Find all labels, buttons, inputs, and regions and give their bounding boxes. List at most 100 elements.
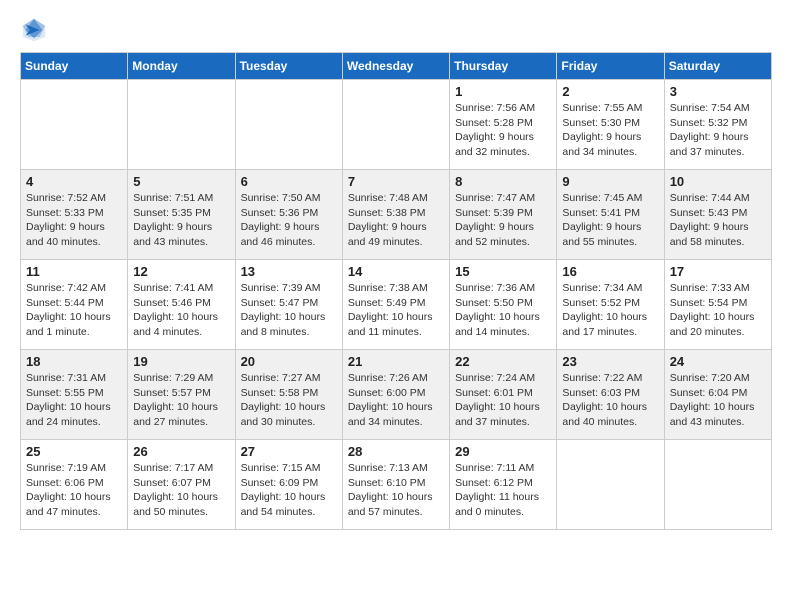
day-number: 12 [133,264,229,279]
calendar-day-cell: 11 Sunrise: 7:42 AMSunset: 5:44 PMDayligh… [21,260,128,350]
calendar-day-cell: 28Sunrise: 7:13 AMSunset: 6:10 PMDayligh… [342,440,449,530]
calendar-week-row: 1 Sunrise: 7:56 AMSunset: 5:28 PMDaylight… [21,80,772,170]
day-number: 19 [133,354,229,369]
logo-icon [20,16,48,44]
calendar-day-cell: 9 Sunrise: 7:45 AMSunset: 5:41 PMDaylight… [557,170,664,260]
day-info: Sunrise: 7:17 AMSunset: 6:07 PMDaylight:… [133,461,229,520]
empty-cell [664,440,771,530]
day-info: Sunrise: 7:26 AMSunset: 6:00 PMDaylight:… [348,371,444,430]
day-info: Sunrise: 7:41 AMSunset: 5:46 PMDaylight:… [133,281,229,340]
day-number: 26 [133,444,229,459]
day-number: 14 [348,264,444,279]
day-header-sunday: Sunday [21,53,128,80]
day-info: Sunrise: 7:20 AMSunset: 6:04 PMDaylight:… [670,371,766,430]
day-number: 2 [562,84,658,99]
calendar-week-row: 25Sunrise: 7:19 AMSunset: 6:06 PMDayligh… [21,440,772,530]
day-header-wednesday: Wednesday [342,53,449,80]
day-number: 3 [670,84,766,99]
calendar-day-cell: 2 Sunrise: 7:55 AMSunset: 5:30 PMDaylight… [557,80,664,170]
calendar-header: SundayMondayTuesdayWednesdayThursdayFrid… [21,53,772,80]
calendar-day-cell: 29 Sunrise: 7:11 AMSunset: 6:12 PMDayligh… [450,440,557,530]
day-info: Sunrise: 7:47 AMSunset: 5:39 PMDaylight:… [455,191,551,250]
day-info: Sunrise: 7:56 AMSunset: 5:28 PMDaylight:… [455,101,551,160]
calendar-day-cell: 14 Sunrise: 7:38 AMSunset: 5:49 PMDayligh… [342,260,449,350]
day-info: Sunrise: 7:51 AMSunset: 5:35 PMDaylight:… [133,191,229,250]
calendar-day-cell: 1 Sunrise: 7:56 AMSunset: 5:28 PMDaylight… [450,80,557,170]
day-info: Sunrise: 7:44 AMSunset: 5:43 PMDaylight:… [670,191,766,250]
empty-cell [21,80,128,170]
calendar-day-cell: 7 Sunrise: 7:48 AMSunset: 5:38 PMDaylight… [342,170,449,260]
calendar-day-cell: 4 Sunrise: 7:52 AMSunset: 5:33 PMDaylight… [21,170,128,260]
day-info: Sunrise: 7:22 AMSunset: 6:03 PMDaylight:… [562,371,658,430]
day-info: Sunrise: 7:45 AMSunset: 5:41 PMDaylight:… [562,191,658,250]
calendar-week-row: 18 Sunrise: 7:31 AMSunset: 5:55 PMDayligh… [21,350,772,440]
day-number: 21 [348,354,444,369]
calendar-day-cell: 8 Sunrise: 7:47 AMSunset: 5:39 PMDaylight… [450,170,557,260]
day-header-tuesday: Tuesday [235,53,342,80]
day-info: Sunrise: 7:36 AMSunset: 5:50 PMDaylight:… [455,281,551,340]
day-number: 17 [670,264,766,279]
calendar-day-cell: 22 Sunrise: 7:24 AMSunset: 6:01 PMDayligh… [450,350,557,440]
day-number: 27 [241,444,337,459]
calendar-day-cell: 27 Sunrise: 7:15 AMSunset: 6:09 PMDayligh… [235,440,342,530]
day-number: 11 [26,264,122,279]
empty-cell [557,440,664,530]
days-of-week-row: SundayMondayTuesdayWednesdayThursdayFrid… [21,53,772,80]
day-number: 7 [348,174,444,189]
calendar-day-cell: 23Sunrise: 7:22 AMSunset: 6:03 PMDayligh… [557,350,664,440]
day-info: Sunrise: 7:38 AMSunset: 5:49 PMDaylight:… [348,281,444,340]
calendar-day-cell: 10Sunrise: 7:44 AMSunset: 5:43 PMDayligh… [664,170,771,260]
logo [20,16,52,44]
day-number: 22 [455,354,551,369]
calendar-body: 1 Sunrise: 7:56 AMSunset: 5:28 PMDaylight… [21,80,772,530]
day-header-thursday: Thursday [450,53,557,80]
day-number: 4 [26,174,122,189]
calendar-day-cell: 19 Sunrise: 7:29 AMSunset: 5:57 PMDayligh… [128,350,235,440]
calendar-week-row: 11 Sunrise: 7:42 AMSunset: 5:44 PMDayligh… [21,260,772,350]
calendar-day-cell: 24 Sunrise: 7:20 AMSunset: 6:04 PMDayligh… [664,350,771,440]
day-number: 9 [562,174,658,189]
day-info: Sunrise: 7:19 AMSunset: 6:06 PMDaylight:… [26,461,122,520]
day-info: Sunrise: 7:55 AMSunset: 5:30 PMDaylight:… [562,101,658,160]
day-info: Sunrise: 7:27 AMSunset: 5:58 PMDaylight:… [241,371,337,430]
calendar-day-cell: 25Sunrise: 7:19 AMSunset: 6:06 PMDayligh… [21,440,128,530]
day-info: Sunrise: 7:15 AMSunset: 6:09 PMDaylight:… [241,461,337,520]
day-header-saturday: Saturday [664,53,771,80]
day-info: Sunrise: 7:50 AMSunset: 5:36 PMDaylight:… [241,191,337,250]
day-number: 20 [241,354,337,369]
day-info: Sunrise: 7:39 AMSunset: 5:47 PMDaylight:… [241,281,337,340]
day-info: Sunrise: 7:42 AMSunset: 5:44 PMDaylight:… [26,281,122,340]
day-number: 29 [455,444,551,459]
day-info: Sunrise: 7:52 AMSunset: 5:33 PMDaylight:… [26,191,122,250]
calendar-table: SundayMondayTuesdayWednesdayThursdayFrid… [20,52,772,530]
calendar-week-row: 4 Sunrise: 7:52 AMSunset: 5:33 PMDaylight… [21,170,772,260]
empty-cell [235,80,342,170]
day-number: 1 [455,84,551,99]
day-number: 13 [241,264,337,279]
day-number: 15 [455,264,551,279]
calendar-day-cell: 17 Sunrise: 7:33 AMSunset: 5:54 PMDayligh… [664,260,771,350]
calendar-day-cell: 13 Sunrise: 7:39 AMSunset: 5:47 PMDayligh… [235,260,342,350]
calendar-day-cell: 5 Sunrise: 7:51 AMSunset: 5:35 PMDaylight… [128,170,235,260]
day-info: Sunrise: 7:24 AMSunset: 6:01 PMDaylight:… [455,371,551,430]
day-info: Sunrise: 7:11 AMSunset: 6:12 PMDaylight:… [455,461,551,520]
day-number: 24 [670,354,766,369]
day-info: Sunrise: 7:31 AMSunset: 5:55 PMDaylight:… [26,371,122,430]
calendar-day-cell: 26 Sunrise: 7:17 AMSunset: 6:07 PMDayligh… [128,440,235,530]
day-info: Sunrise: 7:29 AMSunset: 5:57 PMDaylight:… [133,371,229,430]
day-info: Sunrise: 7:34 AMSunset: 5:52 PMDaylight:… [562,281,658,340]
calendar-day-cell: 20 Sunrise: 7:27 AMSunset: 5:58 PMDayligh… [235,350,342,440]
empty-cell [128,80,235,170]
calendar-day-cell: 12 Sunrise: 7:41 AMSunset: 5:46 PMDayligh… [128,260,235,350]
day-header-monday: Monday [128,53,235,80]
day-number: 8 [455,174,551,189]
day-info: Sunrise: 7:48 AMSunset: 5:38 PMDaylight:… [348,191,444,250]
day-info: Sunrise: 7:33 AMSunset: 5:54 PMDaylight:… [670,281,766,340]
day-number: 18 [26,354,122,369]
day-number: 5 [133,174,229,189]
day-number: 6 [241,174,337,189]
day-number: 28 [348,444,444,459]
calendar-day-cell: 18 Sunrise: 7:31 AMSunset: 5:55 PMDayligh… [21,350,128,440]
calendar-day-cell: 16Sunrise: 7:34 AMSunset: 5:52 PMDayligh… [557,260,664,350]
calendar-day-cell: 21 Sunrise: 7:26 AMSunset: 6:00 PMDayligh… [342,350,449,440]
